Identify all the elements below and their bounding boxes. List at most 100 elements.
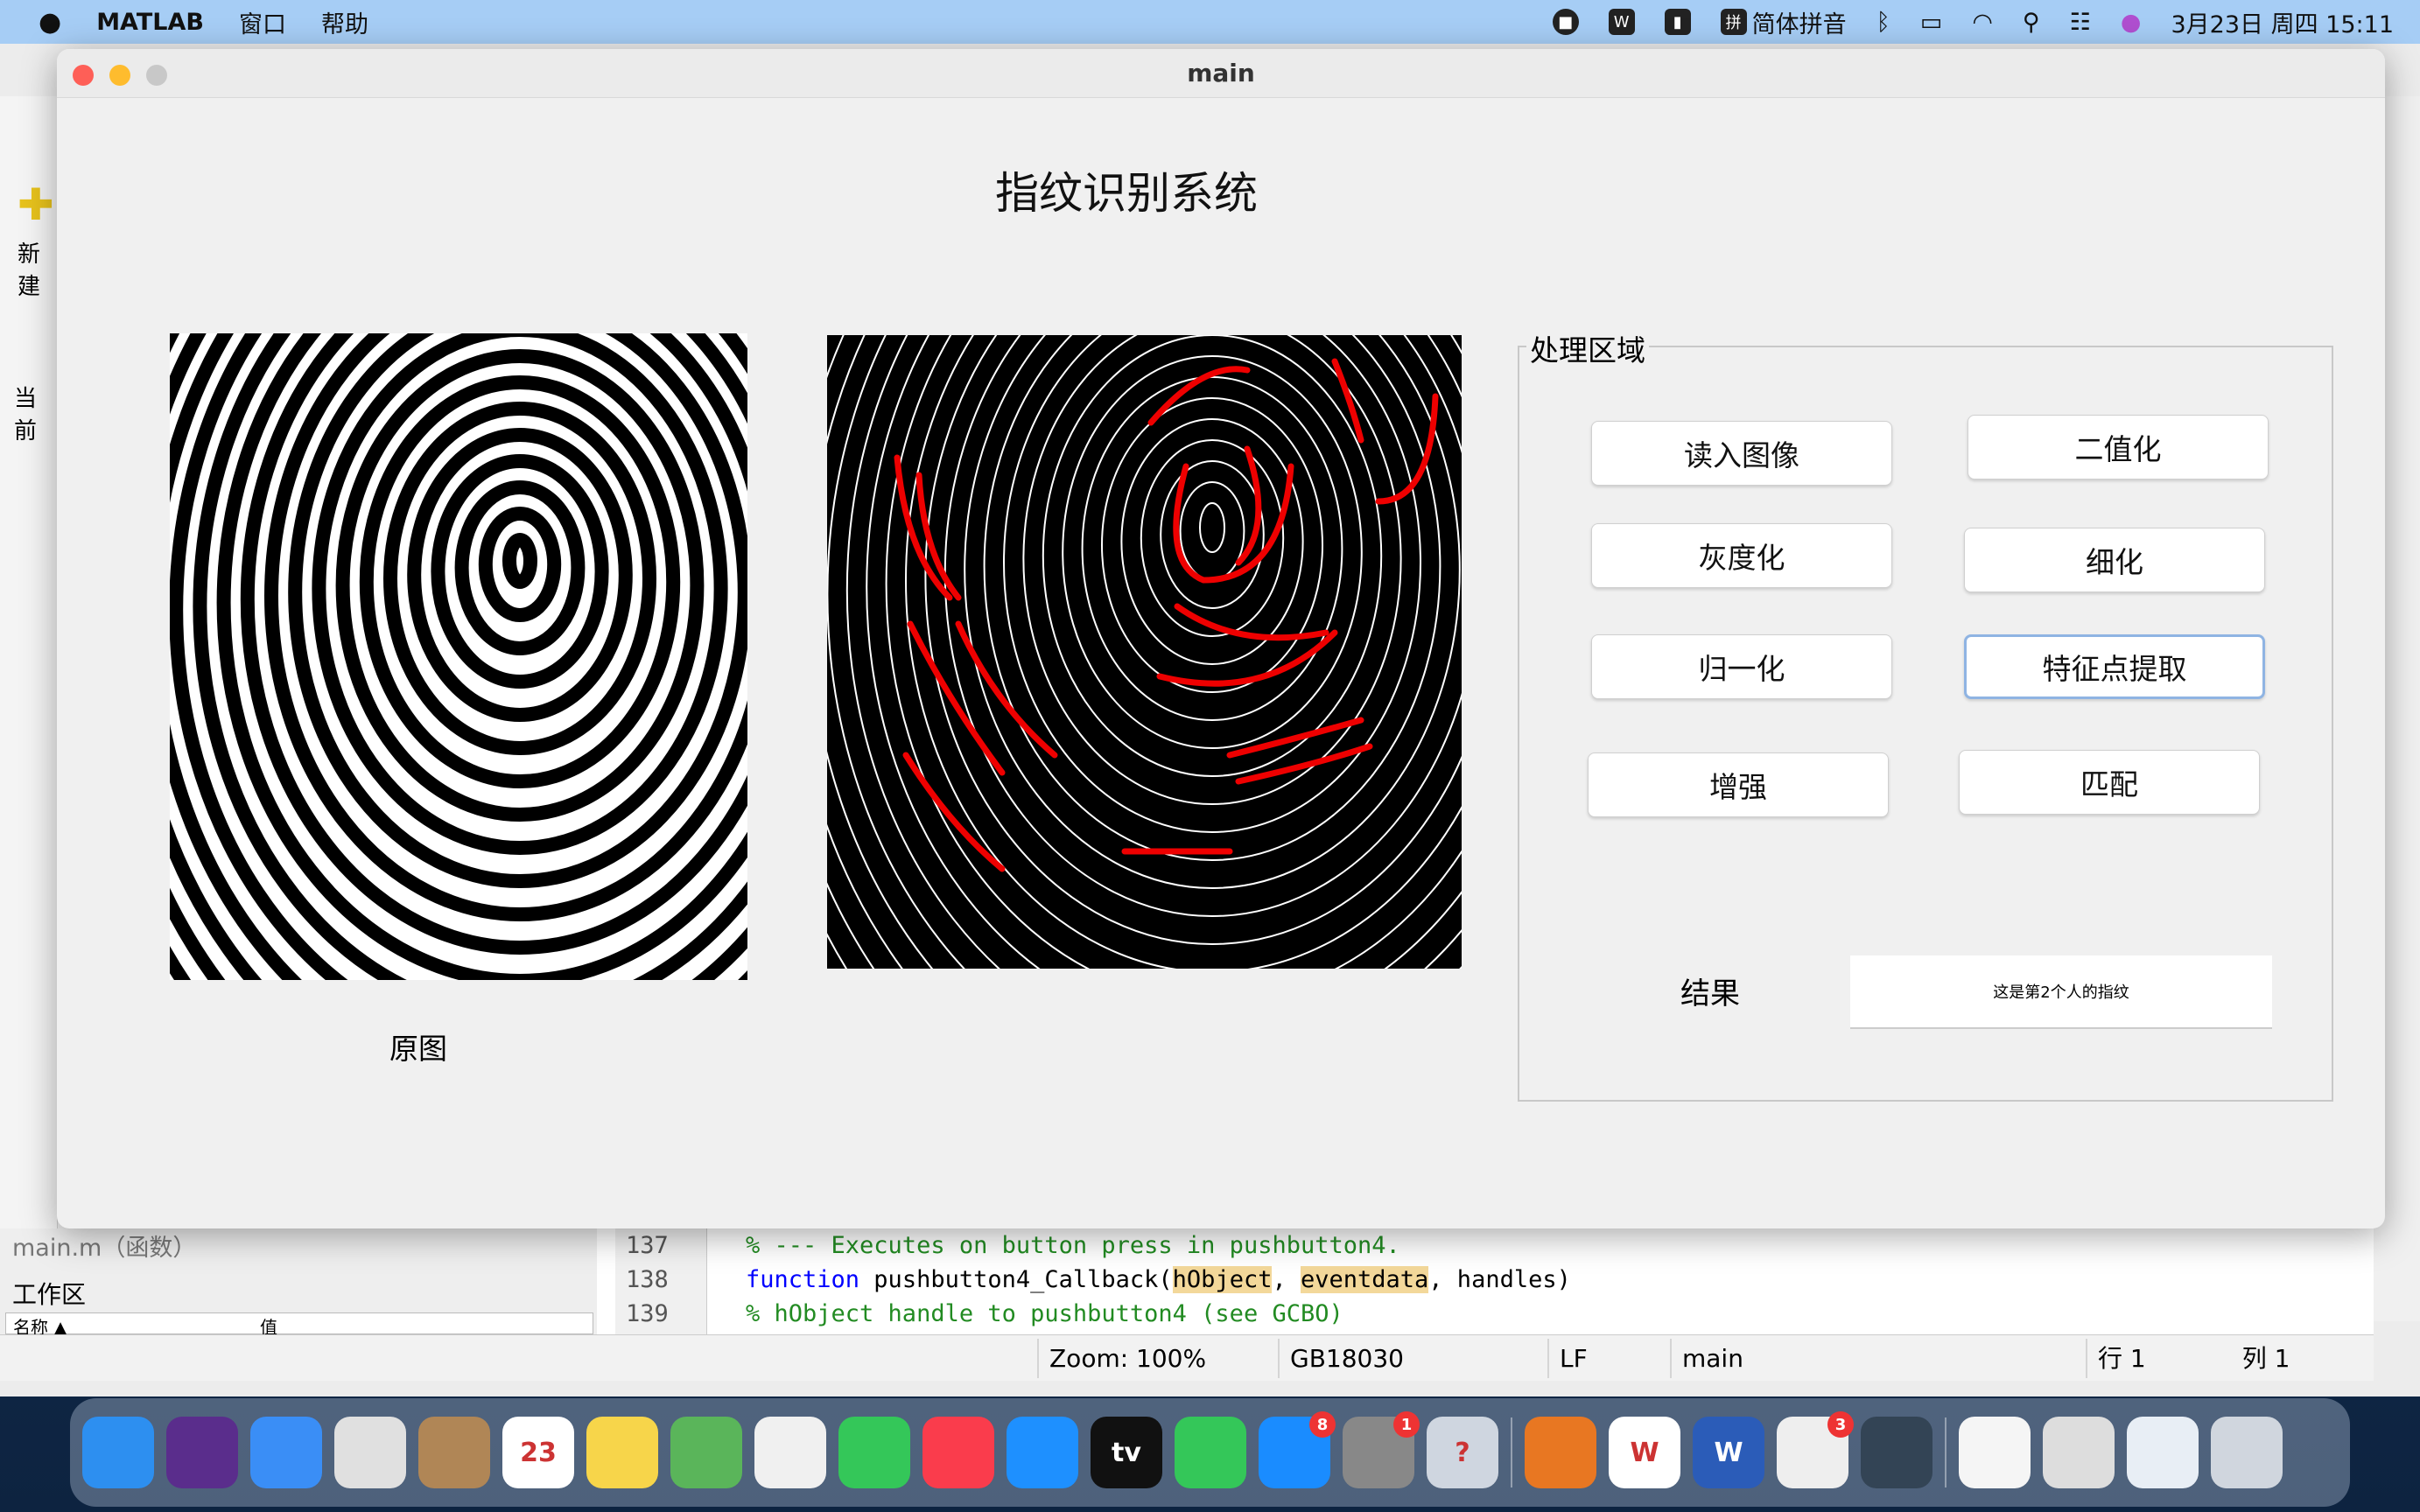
dock-notes-icon[interactable]	[586, 1417, 658, 1488]
dock-safari-icon[interactable]	[1007, 1417, 1078, 1488]
close-button[interactable]	[73, 65, 94, 86]
title-bar[interactable]: main	[57, 49, 2385, 98]
row-value: 1	[2129, 1344, 2146, 1373]
dock-music-icon[interactable]	[922, 1417, 994, 1488]
page-title: 指纹识别系统	[995, 168, 1258, 219]
dock: 23 tv 8 1? W W 3	[70, 1398, 2350, 1507]
new-icon[interactable]: ✚	[18, 179, 54, 230]
menu-help[interactable]: 帮助	[321, 5, 368, 39]
dock-tv-icon[interactable]: tv	[1091, 1417, 1162, 1488]
feature-fingerprint-image	[827, 335, 1462, 969]
zoom-button[interactable]	[146, 65, 167, 86]
menu-app-matlab[interactable]: MATLAB	[96, 9, 204, 36]
code-fn: pushbutton4_Callback(	[859, 1266, 1173, 1293]
clock[interactable]: 3月23日 周四 15:11	[2171, 5, 2394, 39]
dock-help-icon[interactable]: ?	[1427, 1417, 1498, 1488]
dock-trash-icon[interactable]	[2211, 1417, 2283, 1488]
dock-finder-icon[interactable]	[82, 1417, 154, 1488]
minimize-button[interactable]	[109, 65, 130, 86]
cursor-position: 行 1列 1	[2086, 1339, 2374, 1378]
apple-icon[interactable]: ●	[39, 7, 61, 38]
record-icon[interactable]: ■	[1552, 9, 1579, 35]
code-sep: ,	[1272, 1266, 1301, 1293]
binarize-button[interactable]: 二值化	[1968, 415, 2269, 480]
row-label: 行	[2098, 1344, 2123, 1373]
original-caption: 原图	[389, 1032, 447, 1066]
code-line: function pushbutton4_Callback(hObject, e…	[746, 1263, 1571, 1297]
original-fingerprint-image	[170, 333, 747, 980]
menu-bar: ● MATLAB 窗口 帮助 ■ W ▮ 拼简体拼音 ᛒ ▭ ◠ ⚲ ☷ ● 3…	[0, 0, 2420, 44]
dock-quicktime-icon[interactable]	[1861, 1417, 1932, 1488]
search-icon[interactable]: ⚲	[2023, 9, 2040, 36]
control-center-icon[interactable]: ☷	[2070, 9, 2091, 36]
dock-icon-label: tv	[1112, 1437, 1141, 1468]
display-icon[interactable]: ▮	[1664, 9, 1691, 35]
battery-icon[interactable]: ▭	[1920, 9, 1943, 36]
normalize-button[interactable]: 归一化	[1591, 634, 1892, 699]
dock-icon-label: 23	[520, 1437, 557, 1468]
dock-matlab-icon[interactable]	[1525, 1417, 1596, 1488]
current-folder-panel: ✚ 新建 当前	[0, 96, 58, 1234]
enhance-button[interactable]: 增强	[1588, 752, 1889, 817]
line-number: 137	[626, 1232, 669, 1259]
dock-separator	[1511, 1418, 1512, 1488]
match-button[interactable]: 匹配	[1959, 750, 2260, 815]
new-label[interactable]: 新建	[18, 236, 57, 301]
dock-mail-icon[interactable]	[250, 1417, 322, 1488]
dock-messages-icon[interactable]	[838, 1417, 910, 1488]
dock-app-store-icon[interactable]: 8	[1259, 1411, 1336, 1488]
file-status: main	[1670, 1339, 2086, 1378]
thinning-button[interactable]: 细化	[1964, 528, 2265, 592]
menu-window[interactable]: 窗口	[239, 5, 286, 39]
line-number: 139	[626, 1300, 669, 1327]
dock-window-1-icon[interactable]	[1959, 1417, 2031, 1488]
feature-extract-button[interactable]: 特征点提取	[1964, 634, 2265, 699]
dock-photos-icon[interactable]	[754, 1417, 826, 1488]
keyword: function	[746, 1266, 860, 1293]
wps-icon[interactable]: W	[1608, 9, 1635, 35]
dock-facetime-icon[interactable]	[1175, 1417, 1246, 1488]
figure-window: main 指纹识别系统 原图 处理区域 读入图像 二值化 灰度化 细化 归一化 …	[57, 49, 2385, 1228]
siri-icon[interactable]: ●	[2121, 9, 2142, 36]
dock-icon-label: W	[1630, 1437, 1659, 1468]
code-rest: , handles)	[1428, 1266, 1571, 1293]
col-label: 列	[2241, 1344, 2267, 1373]
left-panels: main.m（函数） 工作区 名称 ▲ 值	[0, 1228, 597, 1338]
dock-calendar-icon[interactable]: 23	[502, 1417, 574, 1488]
dock-launchpad-icon[interactable]	[334, 1417, 406, 1488]
panel-title: 处理区域	[1526, 327, 1649, 369]
read-image-button[interactable]: 读入图像	[1591, 421, 1892, 486]
input-method-label[interactable]: 简体拼音	[1752, 5, 1847, 39]
input-method-icon[interactable]: 拼	[1720, 9, 1747, 35]
dock-maps-icon[interactable]	[670, 1417, 742, 1488]
result-label: 结果	[1680, 976, 1740, 1012]
zoom-status: Zoom: 100%	[1037, 1339, 1278, 1378]
result-field: 这是第2个人的指纹	[1850, 956, 2272, 1029]
code-line: % hObject handle to pushbutton4 (see GCB…	[746, 1300, 1343, 1327]
dock-siri-icon[interactable]	[166, 1417, 238, 1488]
dock-icon-label: ?	[1455, 1437, 1470, 1468]
bluetooth-icon[interactable]: ᛒ	[1876, 9, 1890, 36]
status-bar: Zoom: 100% GB18030 LF main 行 1列 1	[0, 1334, 2374, 1381]
grayscale-button[interactable]: 灰度化	[1591, 523, 1892, 588]
dock-window-2-icon[interactable]	[2043, 1417, 2115, 1488]
editor-area: main.m（函数） 工作区 名称 ▲ 值 137 138 139 % --- Ex…	[0, 1228, 2374, 1338]
code-text[interactable]: % --- Executes on button press in pushbu…	[746, 1228, 1571, 1331]
dock-system-settings-icon[interactable]: 1	[1343, 1411, 1420, 1488]
dock-icon-label: W	[1714, 1437, 1743, 1468]
dock-installer-icon[interactable]: 3	[1777, 1411, 1854, 1488]
dock-word-icon[interactable]: W	[1693, 1417, 1764, 1488]
workspace-title: 工作区	[12, 1280, 87, 1309]
dock-separator	[1945, 1418, 1947, 1488]
file-function-label: main.m（函数）	[12, 1235, 197, 1262]
dock-contacts-icon[interactable]	[418, 1417, 490, 1488]
col-value: 1	[2274, 1344, 2290, 1373]
wifi-icon[interactable]: ◠	[1972, 9, 1993, 36]
current-folder-label: 当前	[14, 386, 38, 444]
dock-wps-icon[interactable]: W	[1609, 1417, 1680, 1488]
notification-badge: 1	[1393, 1411, 1420, 1438]
code-arg: eventdata	[1300, 1266, 1429, 1293]
line-numbers: 137 138 139	[615, 1228, 707, 1334]
notification-badge: 3	[1827, 1411, 1854, 1438]
dock-window-3-icon[interactable]	[2127, 1417, 2199, 1488]
